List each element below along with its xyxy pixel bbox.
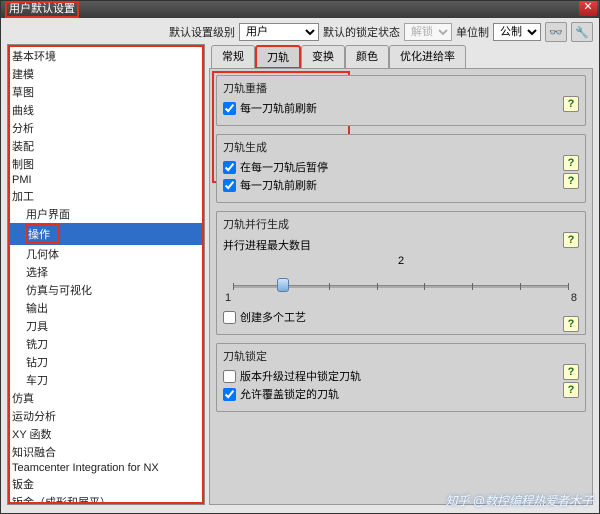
tree-item[interactable]: 加工 [8,187,204,205]
group-generate-title: 刀轨生成 [223,139,579,155]
cb-gen-refresh[interactable] [223,179,236,192]
group-lock: 刀轨锁定 版本升级过程中锁定刀轨 允许覆盖锁定的刀轨 ? ? [216,343,586,412]
tree-item[interactable]: 制图 [8,155,204,173]
tree-item[interactable]: 建模 [8,65,204,83]
tree-item[interactable]: 仿真与可视化 [8,281,204,299]
glasses-icon[interactable]: 👓 [545,22,567,42]
tree-item[interactable]: 运动分析 [8,407,204,425]
toolbar: 默认设置级别 用户 默认的锁定状态 解锁 单位制 公制 👓 🔧 [1,18,599,44]
cb-lock-upgrade[interactable] [223,370,236,383]
tree-item[interactable]: 用户界面 [8,205,204,223]
tab[interactable]: 常规 [211,45,255,69]
tree-item[interactable]: 仿真 [8,389,204,407]
cb-multi-label: 创建多个工艺 [240,309,306,325]
unit-select[interactable]: 公制 [493,23,541,41]
cb-replay-refresh[interactable] [223,102,236,115]
slider-value: 2 [223,255,579,267]
tree-item[interactable]: 分析 [8,119,204,137]
group-lock-title: 刀轨锁定 [223,348,579,364]
tree-item[interactable]: PMI [8,173,204,187]
tab-content: 刀轨重播 每一刀轨前刷新 ? 刀轨生成 在每一刀轨后暂停 每一刀轨前刷新 ? ?… [209,68,593,505]
tab[interactable]: 刀轨 [255,45,301,69]
tree-item[interactable]: 知识融合 [8,443,204,461]
tree-item[interactable]: 输出 [8,299,204,317]
cb-lock-override[interactable] [223,388,236,401]
cb-gen-refresh-label: 每一刀轨前刷新 [240,177,317,193]
help-icon[interactable]: ? [563,316,579,332]
tree-item[interactable]: 钣金（成形和展平） [8,493,204,505]
tree-item[interactable]: 选择 [8,263,204,281]
tree-item[interactable]: 几何体 [8,245,204,263]
help-icon[interactable]: ? [563,382,579,398]
tree-item[interactable]: 操作 [8,223,204,245]
tool-icon[interactable]: 🔧 [571,22,593,42]
cb-lock-upgrade-label: 版本升级过程中锁定刀轨 [240,368,361,384]
tree-item[interactable]: 基本环境 [8,47,204,65]
help-icon[interactable]: ? [563,155,579,171]
slider-min: 1 [225,292,231,304]
nav-tree[interactable]: 基本环境建模草图曲线分析装配制图PMI加工用户界面操作几何体选择仿真与可视化输出… [7,44,205,505]
cb-lock-override-label: 允许覆盖锁定的刀轨 [240,386,339,402]
tree-item[interactable]: XY 函数 [8,425,204,443]
tree-item[interactable]: 草图 [8,83,204,101]
tabs: 常规刀轨变换颜色优化进给率 [209,44,593,68]
cb-replay-label: 每一刀轨前刷新 [240,100,317,116]
group-replay: 刀轨重播 每一刀轨前刷新 ? [216,75,586,126]
level-select[interactable]: 用户 [239,23,319,41]
unit-label: 单位制 [456,24,489,40]
tree-item[interactable]: 钻刀 [8,353,204,371]
tab[interactable]: 变换 [301,45,345,69]
group-parallel: 刀轨并行生成 并行进程最大数目 2 1 8 创建多个工艺 ? ? [216,211,586,335]
slider-max: 8 [571,292,577,304]
group-replay-title: 刀轨重播 [223,80,579,96]
tree-item[interactable]: 车刀 [8,371,204,389]
close-icon[interactable]: ✕ [579,1,597,16]
tab[interactable]: 颜色 [345,45,389,69]
window-title: 用户默认设置 [5,1,79,18]
help-icon[interactable]: ? [563,96,579,112]
group-generate: 刀轨生成 在每一刀轨后暂停 每一刀轨前刷新 ? ? [216,134,586,203]
tree-item[interactable]: 装配 [8,137,204,155]
tree-item[interactable]: 曲线 [8,101,204,119]
slider-track[interactable] [233,285,569,288]
cb-gen-pause[interactable] [223,161,236,174]
slider-thumb[interactable] [277,278,289,292]
tab[interactable]: 优化进给率 [389,45,466,69]
group-parallel-title: 刀轨并行生成 [223,216,579,232]
lock-state-select[interactable]: 解锁 [404,23,452,41]
help-icon[interactable]: ? [563,364,579,380]
lock-state-label: 默认的锁定状态 [323,24,400,40]
help-icon[interactable]: ? [563,173,579,189]
tree-item[interactable]: Teamcenter Integration for NX [8,461,204,475]
tree-item[interactable]: 钣金 [8,475,204,493]
titlebar: 用户默认设置 ✕ [1,1,599,18]
help-icon[interactable]: ? [563,232,579,248]
cb-gen-pause-label: 在每一刀轨后暂停 [240,159,328,175]
tree-item[interactable]: 铣刀 [8,335,204,353]
level-label: 默认设置级别 [169,24,235,40]
slider-label: 并行进程最大数目 [223,235,579,255]
cb-multi-process[interactable] [223,311,236,324]
tree-item[interactable]: 刀具 [8,317,204,335]
